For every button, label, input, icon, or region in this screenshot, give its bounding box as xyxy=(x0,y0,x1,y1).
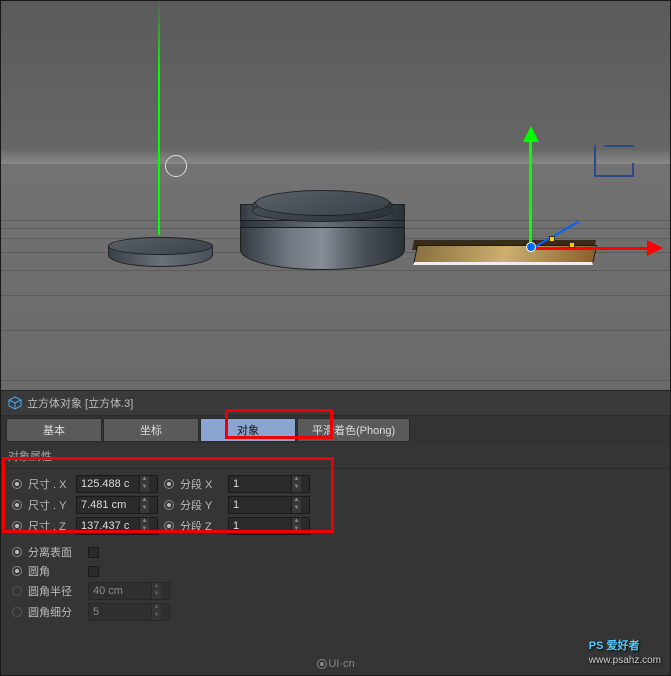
row-separate: 分离表面 xyxy=(12,544,659,560)
row-fillet-radius: 圆角半径 ▲▼ xyxy=(12,582,659,600)
spinner-up-icon[interactable]: ▲ xyxy=(139,497,149,505)
input-size-z[interactable] xyxy=(77,520,139,532)
anim-dot-icon[interactable] xyxy=(12,547,22,557)
input-size-x[interactable] xyxy=(77,478,139,490)
label-size-x: 尺寸 . X xyxy=(28,476,70,492)
anim-dot-icon xyxy=(12,586,22,596)
spinner-down-icon: ▼ xyxy=(151,591,161,599)
panel-title-row: 立方体对象 [立方体.3] xyxy=(0,391,671,416)
cube-object[interactable] xyxy=(413,245,597,265)
tab-phong[interactable]: 平滑着色(Phong) xyxy=(297,418,410,442)
input-fillet-radius xyxy=(89,585,151,597)
label-fillet-sub: 圆角细分 xyxy=(28,604,82,620)
anim-dot-icon[interactable] xyxy=(164,479,174,489)
label-seg-y: 分段 Y xyxy=(180,497,222,513)
tab-object[interactable]: 对象 xyxy=(200,418,296,442)
arrow-up-icon xyxy=(523,126,539,142)
row-size-z: 尺寸 . Z ▲▼ 分段 Z ▲▼ xyxy=(12,517,659,535)
row-size-y: 尺寸 . Y ▲▼ 分段 Y ▲▼ xyxy=(12,496,659,514)
anim-dot-icon xyxy=(12,607,22,617)
world-y-axis xyxy=(158,0,160,235)
checkbox-fillet[interactable] xyxy=(88,566,99,577)
watermark-url: www.psahz.com xyxy=(589,655,661,666)
tab-coord[interactable]: 坐标 xyxy=(103,418,199,442)
footer-logo: UI·cn xyxy=(316,658,354,670)
cursor-circle xyxy=(165,155,187,177)
anim-dot-icon[interactable] xyxy=(12,521,22,531)
spinner-up-icon[interactable]: ▲ xyxy=(139,518,149,526)
anim-dot-icon[interactable] xyxy=(12,479,22,489)
spinner-down-icon[interactable]: ▼ xyxy=(139,526,149,534)
row-size-x: 尺寸 . X ▲▼ 分段 X ▲▼ xyxy=(12,475,659,493)
field-fillet-sub: ▲▼ xyxy=(88,603,170,621)
watermark-brand: PS 爱好者 xyxy=(589,640,640,652)
label-separate: 分离表面 xyxy=(28,544,82,560)
row-fillet-sub: 圆角细分 ▲▼ xyxy=(12,603,659,621)
input-seg-z[interactable] xyxy=(229,520,291,532)
cylinder-object[interactable] xyxy=(240,190,405,270)
label-size-z: 尺寸 . Z xyxy=(28,518,70,534)
field-seg-z[interactable]: ▲▼ xyxy=(228,517,310,535)
tab-bar: 基本 坐标 对象 平滑着色(Phong) xyxy=(0,416,671,444)
field-size-x[interactable]: ▲▼ xyxy=(76,475,158,493)
label-fillet: 圆角 xyxy=(28,563,82,579)
spinner-down-icon[interactable]: ▼ xyxy=(139,484,149,492)
arrow-right-icon xyxy=(647,240,663,256)
field-seg-x[interactable]: ▲▼ xyxy=(228,475,310,493)
spinner-down-icon[interactable]: ▼ xyxy=(291,484,301,492)
input-size-y[interactable] xyxy=(77,499,139,511)
input-seg-y[interactable] xyxy=(229,499,291,511)
spinner-up-icon[interactable]: ▲ xyxy=(291,518,301,526)
tab-basic[interactable]: 基本 xyxy=(6,418,102,442)
cube-icon xyxy=(8,396,22,410)
anim-dot-icon[interactable] xyxy=(164,500,174,510)
spinner-down-icon: ▼ xyxy=(151,612,161,620)
label-size-y: 尺寸 . Y xyxy=(28,497,70,513)
watermark: PS 爱好者 www.psahz.com xyxy=(589,632,661,666)
section-header: 对象属性 xyxy=(0,444,671,469)
anim-dot-icon[interactable] xyxy=(12,500,22,510)
input-seg-x[interactable] xyxy=(229,478,291,490)
3d-viewport[interactable] xyxy=(0,0,671,390)
spinner-up-icon: ▲ xyxy=(151,583,161,591)
disc-object[interactable] xyxy=(108,237,213,267)
field-size-z[interactable]: ▲▼ xyxy=(76,517,158,535)
spinner-up-icon[interactable]: ▲ xyxy=(139,476,149,484)
spinner-up-icon: ▲ xyxy=(151,604,161,612)
gizmo-y-axis[interactable] xyxy=(529,130,532,248)
input-fillet-sub xyxy=(89,606,151,618)
anim-dot-icon[interactable] xyxy=(164,521,174,531)
panel-title: 立方体对象 [立方体.3] xyxy=(27,395,133,411)
view-indicator[interactable] xyxy=(594,145,649,190)
spinner-down-icon[interactable]: ▼ xyxy=(139,505,149,513)
logo-dot-icon xyxy=(316,659,326,669)
field-seg-y[interactable]: ▲▼ xyxy=(228,496,310,514)
spinner-up-icon[interactable]: ▲ xyxy=(291,497,301,505)
label-seg-z: 分段 Z xyxy=(180,518,222,534)
anim-dot-icon[interactable] xyxy=(12,566,22,576)
checkbox-separate[interactable] xyxy=(88,547,99,558)
field-size-y[interactable]: ▲▼ xyxy=(76,496,158,514)
properties-grid: 尺寸 . X ▲▼ 分段 X ▲▼ 尺寸 . Y ▲▼ 分段 Y ▲▼ 尺寸 .… xyxy=(0,469,671,630)
label-fillet-radius: 圆角半径 xyxy=(28,583,82,599)
field-fillet-radius: ▲▼ xyxy=(88,582,170,600)
row-fillet: 圆角 xyxy=(12,563,659,579)
spinner-up-icon[interactable]: ▲ xyxy=(291,476,301,484)
spinner-down-icon[interactable]: ▼ xyxy=(291,505,301,513)
attribute-panel: 立方体对象 [立方体.3] 基本 坐标 对象 平滑着色(Phong) 对象属性 … xyxy=(0,390,671,676)
label-seg-x: 分段 X xyxy=(180,476,222,492)
spinner-down-icon[interactable]: ▼ xyxy=(291,526,301,534)
